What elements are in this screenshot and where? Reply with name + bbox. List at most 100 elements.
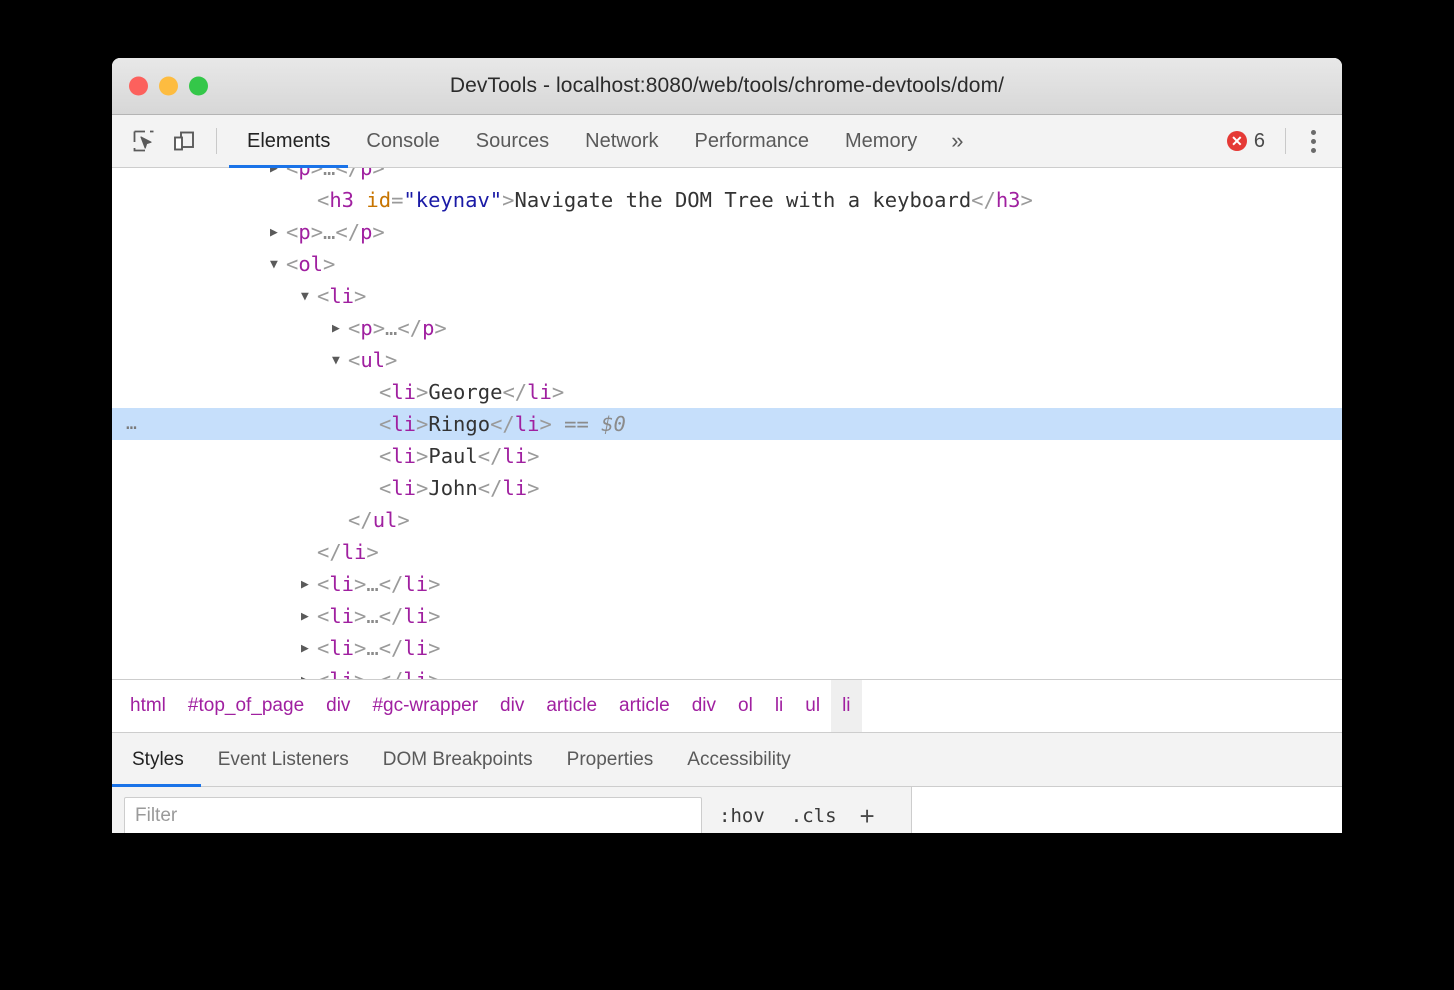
expand-triangle-closed-icon[interactable]: [301, 569, 317, 601]
dom-row[interactable]: <li>George</li>: [112, 376, 1342, 408]
dom-token-tag: li: [391, 444, 416, 468]
dom-tree-panel[interactable]: <p>…</p><h3 id="keynav">Navigate the DOM…: [112, 168, 1342, 679]
breadcrumb-item-gc-wrapper[interactable]: #gc-wrapper: [361, 680, 489, 732]
dom-token-dim: …: [323, 220, 335, 244]
dom-row[interactable]: <li>John</li>: [112, 472, 1342, 504]
tab-elements[interactable]: Elements: [229, 115, 348, 167]
dom-token-punct: >: [539, 412, 551, 436]
dom-token-punct: >: [416, 412, 428, 436]
breadcrumb-item-li[interactable]: li: [831, 680, 861, 732]
dom-row[interactable]: <p>…</p>: [112, 216, 1342, 248]
sidebar-tab-accessibility[interactable]: Accessibility: [670, 733, 807, 786]
dom-token-tag: p: [360, 168, 372, 180]
dom-row[interactable]: <li>…</li>: [112, 664, 1342, 679]
device-toolbar-button[interactable]: [164, 121, 204, 161]
tab-network[interactable]: Network: [567, 115, 676, 167]
breadcrumb-item-html[interactable]: html: [112, 680, 177, 732]
dom-row[interactable]: <h3 id="keynav">Navigate the DOM Tree wi…: [112, 184, 1342, 216]
dom-row[interactable]: <li>Paul</li>: [112, 440, 1342, 472]
dom-token-text-node: John: [428, 476, 477, 500]
zoom-button[interactable]: [189, 77, 208, 96]
dom-row-selected[interactable]: …<li>Ringo</li> == $0: [112, 408, 1342, 440]
dom-token-punct: </: [335, 220, 360, 244]
tab-performance[interactable]: Performance: [677, 115, 828, 167]
expand-triangle-open-icon[interactable]: [270, 249, 286, 281]
dom-row[interactable]: <p>…</p>: [112, 168, 1342, 184]
dom-token-punct: </: [379, 572, 404, 596]
close-button[interactable]: [129, 77, 148, 96]
dom-token-dim: …: [323, 168, 335, 180]
dom-token-tag: li: [403, 636, 428, 660]
dom-token-tag: li: [502, 476, 527, 500]
more-tabs-chevron-icon[interactable]: »: [935, 115, 979, 167]
device-toolbar-icon: [172, 129, 196, 153]
dom-token-tag: li: [502, 444, 527, 468]
dom-token-punct: </: [502, 380, 527, 404]
dom-row[interactable]: <li>…</li>: [112, 632, 1342, 664]
expand-triangle-closed-icon[interactable]: [332, 313, 348, 345]
sidebar-tab-dom-breakpoints[interactable]: DOM Breakpoints: [366, 733, 550, 786]
breadcrumb-item-li[interactable]: li: [764, 680, 794, 732]
dom-token-punct: >: [354, 284, 366, 308]
dom-row[interactable]: </li>: [112, 536, 1342, 568]
dom-token-tag: li: [329, 636, 354, 660]
kebab-menu-icon[interactable]: [1296, 121, 1330, 161]
dom-row[interactable]: <li>: [112, 280, 1342, 312]
element-classes-button[interactable]: .cls: [782, 805, 846, 827]
dom-token-punct: >: [354, 636, 366, 660]
dom-row[interactable]: <li>…</li>: [112, 568, 1342, 600]
new-style-rule-button[interactable]: +: [852, 803, 883, 829]
expand-triangle-closed-icon[interactable]: [301, 633, 317, 665]
minimize-button[interactable]: [159, 77, 178, 96]
collapsed-siblings-ellipsis[interactable]: …: [126, 408, 138, 440]
dom-row[interactable]: </ul>: [112, 504, 1342, 536]
inspect-element-button[interactable]: [124, 121, 164, 161]
filter-input[interactable]: [124, 797, 702, 833]
expand-triangle-open-icon[interactable]: [301, 281, 317, 313]
breadcrumb-item-topofpage[interactable]: #top_of_page: [177, 680, 315, 732]
dom-token-punct: <: [379, 476, 391, 500]
dom-token-punct: >: [416, 444, 428, 468]
sidebar-tab-properties[interactable]: Properties: [550, 733, 671, 786]
expand-triangle-closed-icon[interactable]: [301, 665, 317, 679]
dom-token-tag: li: [403, 604, 428, 628]
dom-token-ref: $0: [601, 412, 626, 436]
dom-token-punct: >: [311, 220, 323, 244]
breadcrumb-item-article[interactable]: article: [608, 680, 681, 732]
tab-memory[interactable]: Memory: [827, 115, 935, 167]
tab-console[interactable]: Console: [348, 115, 457, 167]
breadcrumb-item-div[interactable]: div: [489, 680, 535, 732]
dom-token-tag: li: [391, 380, 416, 404]
tab-sources[interactable]: Sources: [458, 115, 567, 167]
dom-row[interactable]: <ul>: [112, 344, 1342, 376]
breadcrumb-item-div[interactable]: div: [315, 680, 361, 732]
dom-token-punct: >: [323, 252, 335, 276]
force-state-button[interactable]: :hov: [710, 805, 774, 827]
kebab-dot: [1311, 148, 1316, 153]
dom-row[interactable]: <ol>: [112, 248, 1342, 280]
dom-token-punct: >: [527, 444, 539, 468]
dom-token-punct: >: [416, 476, 428, 500]
expand-triangle-closed-icon[interactable]: [270, 217, 286, 249]
expand-triangle-closed-icon[interactable]: [301, 601, 317, 633]
breadcrumb-item-div[interactable]: div: [681, 680, 727, 732]
sidebar-tab-event-listeners[interactable]: Event Listeners: [201, 733, 366, 786]
sidebar-tab-styles[interactable]: Styles: [112, 733, 201, 786]
error-count-badge[interactable]: ✕ 6: [1219, 130, 1273, 153]
dom-token-tag: li: [342, 540, 367, 564]
breadcrumb-item-article[interactable]: article: [535, 680, 608, 732]
dom-token-dim: ==: [552, 412, 601, 436]
dom-token-punct: >: [372, 220, 384, 244]
expand-triangle-closed-icon[interactable]: [270, 168, 286, 185]
expand-triangle-open-icon[interactable]: [332, 345, 348, 377]
dom-token-punct: <: [348, 316, 360, 340]
dom-row[interactable]: <li>…</li>: [112, 600, 1342, 632]
error-icon: ✕: [1227, 131, 1247, 151]
dom-token-punct: >: [502, 188, 514, 212]
breadcrumb-item-ol[interactable]: ol: [727, 680, 764, 732]
dom-token-punct: </: [379, 604, 404, 628]
breadcrumb-item-ul[interactable]: ul: [794, 680, 831, 732]
styles-pane-left: :hov .cls +: [112, 787, 912, 833]
dom-token-tag: p: [360, 220, 372, 244]
dom-row[interactable]: <p>…</p>: [112, 312, 1342, 344]
